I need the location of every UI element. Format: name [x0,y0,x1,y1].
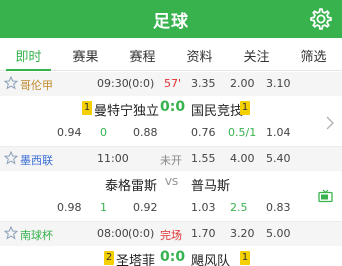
match-row[interactable]: 2 圣塔菲 0:0 飓风队 1 [0,246,342,266]
match-row[interactable]: 1 曼特宁独立 0:0 国民竞技 1 0.94 0 0.88 0.76 0.5/… [0,96,342,148]
gear-icon[interactable] [308,6,334,32]
versus-label: VS [165,177,179,188]
home-team: 曼特宁独立 [94,104,160,119]
away-team: 飓风队 [191,254,231,266]
active-tab-indicator [6,69,51,71]
odds-away: 5.40 [266,152,291,165]
away-card-badge: 1 [240,101,250,115]
tv-icon[interactable] [318,189,333,203]
match-header-row: 南球杯 08:00 (0:0) 完场 1.70 3.20 5.00 [0,222,342,246]
tab-live[interactable]: 即时 [0,46,57,65]
star-icon[interactable] [4,76,18,90]
total-over-odds: 1.03 [191,201,216,214]
home-card-badge: 1 [82,101,92,115]
match-time: 11:00 [97,152,129,165]
odds-draw: 3.20 [230,227,255,240]
tab-results[interactable]: 赛果 [57,46,114,65]
odds-away: 3.10 [266,77,291,90]
home-card-badge: 2 [104,251,114,265]
match-header-row: 哥伦甲 09:30 (0:0) 57' 3.35 2.00 3.10 [0,72,342,96]
handicap-home-odds: 0.98 [57,201,82,214]
halftime-score: (0:0) [128,227,155,240]
away-team: 普马斯 [191,179,231,194]
away-card-badge: 1 [240,251,250,265]
odds-home: 3.35 [191,77,216,90]
total-over-odds: 0.76 [191,126,216,139]
star-icon[interactable] [4,226,18,240]
page-title: 足球 [153,12,189,32]
odds-draw: 4.00 [230,152,255,165]
home-team: 圣塔菲 [116,254,156,266]
home-team: 泰格雷斯 [105,179,158,194]
total-under-odds: 0.83 [266,201,291,214]
away-team: 国民竞技 [191,104,244,119]
match-score: 0:0 [160,99,186,115]
tab-info[interactable]: 资料 [171,46,228,65]
halftime-score: (0:0) [128,77,155,90]
match-status: 未开 [160,154,182,167]
odds-draw: 2.00 [230,77,255,90]
total-line: 2.5 [230,201,248,214]
total-line: 0.5/1 [228,126,257,139]
match-header-row: 墨西联 11:00 未开 1.55 4.00 5.40 [0,147,342,171]
tab-filter[interactable]: 筛选 [285,46,342,65]
chevron-right-icon[interactable] [325,116,334,130]
handicap-away-odds: 0.92 [133,201,158,214]
odds-home: 1.70 [191,227,216,240]
tab-follow[interactable]: 关注 [228,46,285,65]
match-status: 57' [164,77,182,90]
tab-schedule[interactable]: 赛程 [114,46,171,65]
app-header: 足球 [0,0,342,38]
match-score: 0:0 [160,249,186,265]
handicap-home-odds: 0.94 [57,126,82,139]
total-under-odds: 1.04 [266,126,291,139]
league-name: 墨西联 [20,154,53,167]
odds-away: 5.00 [266,227,291,240]
match-row[interactable]: 泰格雷斯 VS 普马斯 0.98 1 0.92 1.03 2.5 0.83 [0,171,342,223]
odds-home: 1.55 [191,152,216,165]
match-time: 08:00 [97,227,129,240]
match-time: 09:30 [97,77,129,90]
league-name: 哥伦甲 [20,79,53,92]
league-name: 南球杯 [20,229,53,242]
star-icon[interactable] [4,151,18,165]
handicap-line: 1 [100,201,107,214]
handicap-away-odds: 0.88 [133,126,158,139]
match-status: 完场 [160,229,182,242]
tab-bar: 即时 赛果 赛程 资料 关注 筛选 [0,38,342,71]
handicap-line: 0 [100,126,107,139]
